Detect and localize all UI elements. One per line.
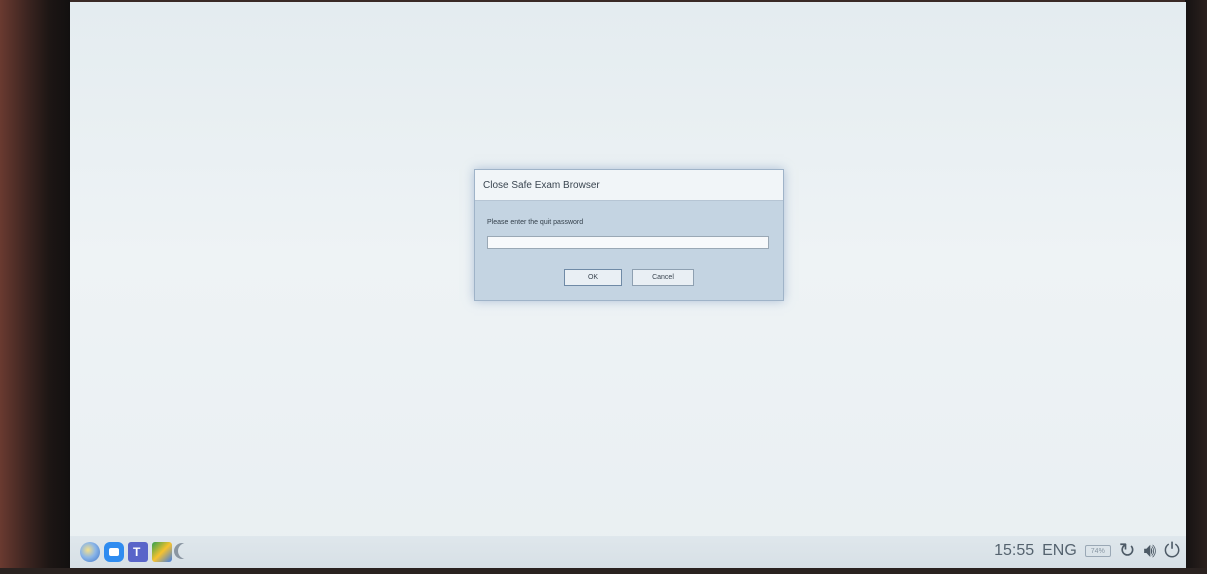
moon-icon[interactable] xyxy=(176,542,192,562)
taskbar: 15:55 ENG 74% ↻ 🔊︎ ⏻ xyxy=(70,536,1186,568)
teams-icon[interactable] xyxy=(128,542,148,562)
monitor-bezel-bottom xyxy=(0,568,1207,574)
dialog-titlebar: Close Safe Exam Browser xyxy=(475,170,783,201)
zoom-icon[interactable] xyxy=(104,542,124,562)
cancel-button[interactable]: Cancel xyxy=(632,269,694,286)
battery-icon: 74% xyxy=(1084,545,1111,557)
taskbar-apps xyxy=(80,542,192,562)
system-tray: 15:55 ENG 74% ↻ 🔊︎ ⏻ xyxy=(994,541,1180,561)
clock: 15:55 xyxy=(994,542,1035,559)
password-prompt: Please enter the quit password xyxy=(487,219,584,226)
monitor-bezel-left xyxy=(0,0,70,574)
keyboard-language[interactable]: ENG xyxy=(1042,542,1077,560)
desktop-screen: Close Safe Exam Browser Please enter the… xyxy=(70,2,1186,568)
dialog-button-row: OK Cancel xyxy=(487,269,771,286)
close-seb-dialog: Close Safe Exam Browser Please enter the… xyxy=(474,169,784,301)
power-icon[interactable]: ⏻ xyxy=(1164,541,1180,561)
monitor-bezel-right xyxy=(1185,0,1207,574)
volume-icon[interactable]: 🔊︎ xyxy=(1144,541,1157,561)
meet-icon[interactable] xyxy=(152,542,172,562)
dialog-title: Close Safe Exam Browser xyxy=(483,179,600,191)
quit-password-input[interactable] xyxy=(487,236,769,249)
dialog-body: Please enter the quit password OK Cancel xyxy=(475,201,783,286)
seb-icon[interactable] xyxy=(80,542,100,562)
ok-button[interactable]: OK xyxy=(564,269,622,286)
reload-icon[interactable]: ↻ xyxy=(1119,541,1136,561)
